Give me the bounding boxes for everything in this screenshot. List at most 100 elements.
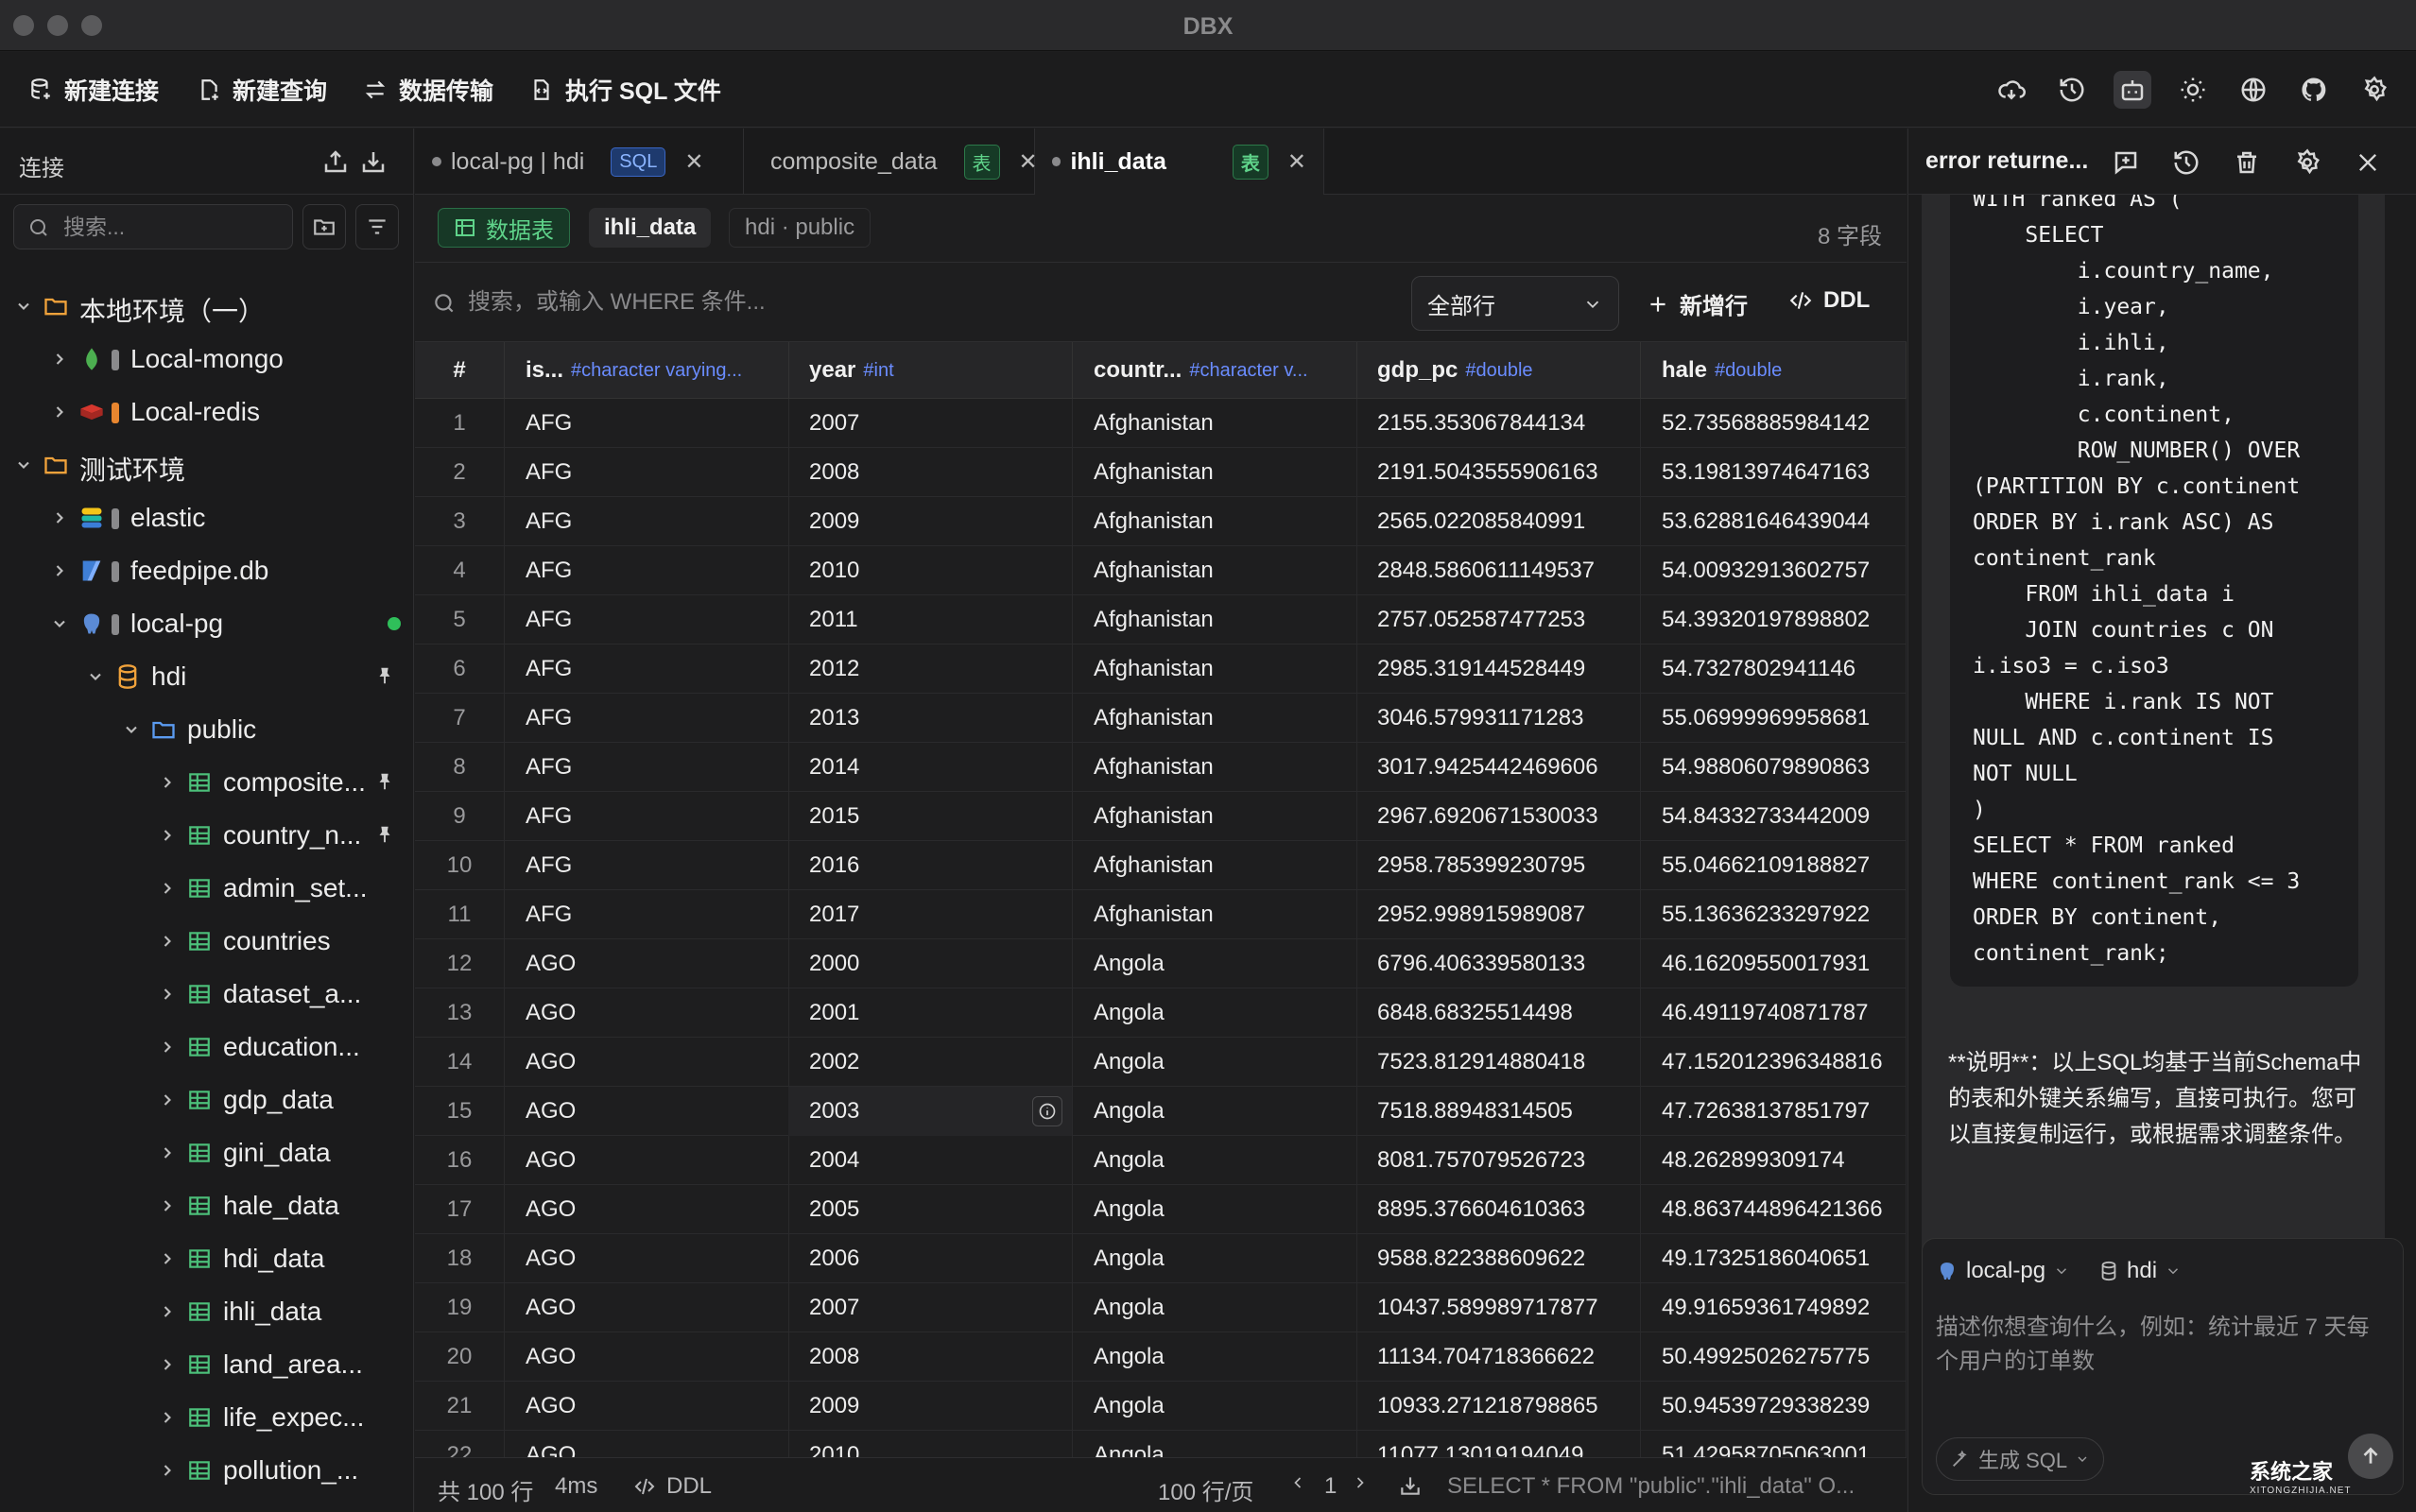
settings-button[interactable] <box>2356 71 2393 109</box>
tree-item-table-gini-data[interactable]: gini_data <box>0 1126 413 1179</box>
cell-country-name[interactable]: Angola <box>1073 1332 1357 1382</box>
cell-year[interactable]: 2010 <box>788 546 1073 595</box>
cell-hale[interactable]: 46.16209550017931 <box>1641 939 1907 988</box>
tree-item-connection-elastic[interactable]: elastic <box>0 491 413 544</box>
cell-iso3[interactable]: AGO <box>505 1234 789 1283</box>
cell-gdp-pc[interactable]: 2985.319144528449 <box>1356 644 1641 694</box>
run-sql-file-button[interactable]: 执行 SQL 文件 <box>527 71 721 109</box>
table-row[interactable]: 7 AFG 2013 Afghanistan 3046.579931171283 55.0… <box>415 694 1907 743</box>
cell-iso3[interactable]: AFG <box>505 890 789 939</box>
chevron-right-icon[interactable] <box>157 1460 178 1481</box>
cell-hale[interactable]: 47.152012396348816 <box>1641 1038 1907 1087</box>
github-button[interactable] <box>2295 71 2333 109</box>
cell-hale[interactable]: 54.39320197898802 <box>1641 595 1907 644</box>
tree-item-table-education[interactable]: education... <box>0 1021 413 1074</box>
chevron-right-icon[interactable] <box>157 1143 178 1163</box>
database-select[interactable]: hdi <box>2098 1258 2182 1284</box>
table-row[interactable]: 16 AGO 2004 Angola 8081.757079526723 48.26289… <box>415 1136 1907 1185</box>
table-row[interactable]: 19 AGO 2007 Angola 10437.589989717877 49.9165… <box>415 1283 1907 1332</box>
chevron-down-icon[interactable] <box>13 296 34 317</box>
chevron-right-icon[interactable] <box>157 1090 178 1110</box>
cell-year[interactable]: 2004 <box>788 1136 1073 1185</box>
cell-gdp-pc[interactable]: 3046.579931171283 <box>1356 694 1641 743</box>
cell-iso3[interactable]: AGO <box>505 1283 789 1332</box>
cell-hale[interactable]: 54.7327802941146 <box>1641 644 1907 694</box>
tree-item-table-populatio[interactable]: populatio... <box>0 1497 413 1512</box>
chevron-down-icon[interactable] <box>85 666 106 687</box>
close-tab-icon[interactable]: ✕ <box>1287 148 1306 176</box>
table-row[interactable]: 1 AFG 2007 Afghanistan 2155.353067844134 52.7… <box>415 399 1907 448</box>
cell-hale[interactable]: 52.73568885984142 <box>1641 399 1907 448</box>
add-row-button[interactable]: 新增行 <box>1646 287 1748 320</box>
cell-iso3[interactable]: AFG <box>505 448 789 497</box>
cell-gdp-pc[interactable]: 7518.88948314505 <box>1356 1087 1641 1136</box>
cell-hale[interactable]: 55.13636233297922 <box>1641 890 1907 939</box>
cell-gdp-pc[interactable]: 2191.5043555906163 <box>1356 448 1641 497</box>
tree-item-table-dataset-a[interactable]: dataset_a... <box>0 968 413 1021</box>
cell-country-name[interactable]: Afghanistan <box>1073 399 1357 448</box>
tree-item-connection-feedpipe-db[interactable]: feedpipe.db <box>0 544 413 597</box>
import-button[interactable] <box>359 147 388 176</box>
page-size-select[interactable]: 100 行/页 <box>1158 1473 1253 1506</box>
cell-country-name[interactable]: Afghanistan <box>1073 595 1357 644</box>
chevron-right-icon[interactable] <box>157 1407 178 1428</box>
chevron-right-icon[interactable] <box>157 1195 178 1216</box>
chevron-right-icon[interactable] <box>157 825 178 846</box>
chevron-right-icon[interactable] <box>49 507 70 528</box>
cell-gdp-pc[interactable]: 10437.589989717877 <box>1356 1283 1641 1332</box>
tree-item-table-land-area[interactable]: land_area... <box>0 1338 413 1391</box>
cell-iso3[interactable]: AFG <box>505 694 789 743</box>
cell-iso3[interactable]: AFG <box>505 841 789 890</box>
chevron-down-icon[interactable] <box>49 613 70 634</box>
cell-hale[interactable]: 47.72638137851797 <box>1641 1087 1907 1136</box>
tree-item-table-pollution[interactable]: pollution_... <box>0 1444 413 1497</box>
tree-item-table-composite[interactable]: composite... <box>0 756 413 809</box>
chevron-right-icon[interactable] <box>49 349 70 369</box>
export-results-button[interactable] <box>1398 1473 1423 1498</box>
column-header-row-index[interactable]: # <box>415 342 505 399</box>
cell-iso3[interactable]: AGO <box>505 988 789 1038</box>
cell-year[interactable]: 2007 <box>788 1283 1073 1332</box>
table-row[interactable]: 17 AGO 2005 Angola 8895.376604610363 48.86374… <box>415 1185 1907 1234</box>
column-header-hale[interactable]: hale #double <box>1641 342 1907 399</box>
cell-gdp-pc[interactable]: 2565.022085840991 <box>1356 497 1641 546</box>
export-button[interactable] <box>321 147 350 176</box>
cell-iso3[interactable]: AFG <box>505 546 789 595</box>
cell-iso3[interactable]: AGO <box>505 1136 789 1185</box>
cell-gdp-pc[interactable]: 2155.353067844134 <box>1356 399 1641 448</box>
table-row[interactable]: 8 AFG 2014 Afghanistan 3017.9425442469606 54.… <box>415 743 1907 792</box>
close-panel-button[interactable] <box>2351 146 2385 180</box>
table-row[interactable]: 12 AGO 2000 Angola 6796.406339580133 46.16209… <box>415 939 1907 988</box>
tree-item-connection-local-pg[interactable]: local-pg <box>0 597 413 650</box>
table-row[interactable]: 20 AGO 2008 Angola 11134.704718366622 50.4992… <box>415 1332 1907 1382</box>
cell-gdp-pc[interactable]: 8081.757079526723 <box>1356 1136 1641 1185</box>
cell-year[interactable]: 2011 <box>788 595 1073 644</box>
cell-country-name[interactable]: Afghanistan <box>1073 792 1357 841</box>
cell-gdp-pc[interactable]: 11134.704718366622 <box>1356 1332 1641 1382</box>
cell-gdp-pc[interactable]: 11077.13019194049 <box>1356 1431 1641 1457</box>
cell-hale[interactable]: 51.42958705063001 <box>1641 1431 1907 1457</box>
cell-year[interactable]: 2015 <box>788 792 1073 841</box>
sidebar-search-input[interactable] <box>63 213 281 241</box>
cell-iso3[interactable]: AFG <box>505 399 789 448</box>
cell-year[interactable]: 2009 <box>788 497 1073 546</box>
table-row[interactable]: 15 AGO 2003 Angola 7518.88948314505 47.726381… <box>415 1087 1907 1136</box>
cell-country-name[interactable]: Afghanistan <box>1073 694 1357 743</box>
cell-hale[interactable]: 46.49119740871787 <box>1641 988 1907 1038</box>
cell-country-name[interactable]: Angola <box>1073 988 1357 1038</box>
cell-country-name[interactable]: Afghanistan <box>1073 644 1357 694</box>
cell-country-name[interactable]: Angola <box>1073 1234 1357 1283</box>
cell-country-name[interactable]: Afghanistan <box>1073 743 1357 792</box>
new-folder-button[interactable] <box>302 204 346 249</box>
cell-gdp-pc[interactable]: 9588.822388609622 <box>1356 1234 1641 1283</box>
table-row[interactable]: 4 AFG 2010 Afghanistan 2848.5860611149537 54.… <box>415 546 1907 595</box>
cell-year[interactable]: 2005 <box>788 1185 1073 1234</box>
cell-year[interactable]: 2012 <box>788 644 1073 694</box>
tree-item-table-country-n[interactable]: country_n... <box>0 809 413 862</box>
tree-item-table-hale-data[interactable]: hale_data <box>0 1179 413 1232</box>
cell-hale[interactable]: 53.62881646439044 <box>1641 497 1907 546</box>
cell-iso3[interactable]: AFG <box>505 595 789 644</box>
table-row[interactable]: 5 AFG 2011 Afghanistan 2757.052587477253 54.3… <box>415 595 1907 644</box>
tree-item-table-gdp-data[interactable]: gdp_data <box>0 1074 413 1126</box>
cell-country-name[interactable]: Angola <box>1073 1283 1357 1332</box>
